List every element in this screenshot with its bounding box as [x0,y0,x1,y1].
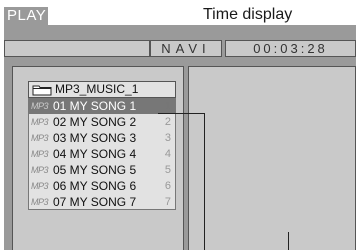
time-display-annotation: Time display [203,6,293,23]
time-display: 00:03:28 [225,40,356,57]
track-title: 04 MY SONG 4 [53,147,137,161]
track-title: 02 MY SONG 2 [53,115,137,129]
track-number: 5 [164,164,171,176]
mp3-icon: MP3 [31,181,49,191]
track-number: 3 [164,132,171,144]
mp3-icon: MP3 [31,149,49,159]
callout-line [158,113,204,114]
track-row[interactable]: MP3 06 MY SONG 6 6 [28,178,176,194]
track-row[interactable]: MP3 05 MY SONG 5 5 [28,162,176,178]
track-number: 1 [164,100,171,112]
folder-item[interactable]: MP3_MUSIC_1 [28,81,176,98]
track-row[interactable]: MP3 07 MY SONG 7 7 [28,194,176,210]
track-number: 7 [164,196,171,208]
track-number: 2 [164,116,171,128]
mp3-icon: MP3 [31,133,49,143]
track-title: 06 MY SONG 6 [53,179,137,193]
track-row[interactable]: MP3 04 MY SONG 4 4 [28,146,176,162]
callout-line [288,232,289,250]
track-row[interactable]: MP3 02 MY SONG 2 2 [28,114,176,130]
track-title: 05 MY SONG 5 [53,163,137,177]
info-panel [188,66,356,250]
track-row[interactable]: MP3 01 MY SONG 1 1 [28,98,176,114]
header-blank-cell [4,40,150,57]
mode-label: PLAY [4,7,48,25]
folder-name: MP3_MUSIC_1 [55,82,139,96]
track-title: 07 MY SONG 7 [53,195,137,209]
navi-label: NAVI [150,40,222,57]
track-number: 6 [164,180,171,192]
mp3-icon: MP3 [31,117,49,127]
track-row[interactable]: MP3 03 MY SONG 3 3 [28,130,176,146]
track-title: 03 MY SONG 3 [53,131,137,145]
mp3-icon: MP3 [31,101,49,111]
mp3-icon: MP3 [31,197,49,207]
mp3-icon: MP3 [31,165,49,175]
track-number: 4 [164,148,171,160]
callout-line [204,113,205,250]
track-title: 01 MY SONG 1 [53,99,137,113]
